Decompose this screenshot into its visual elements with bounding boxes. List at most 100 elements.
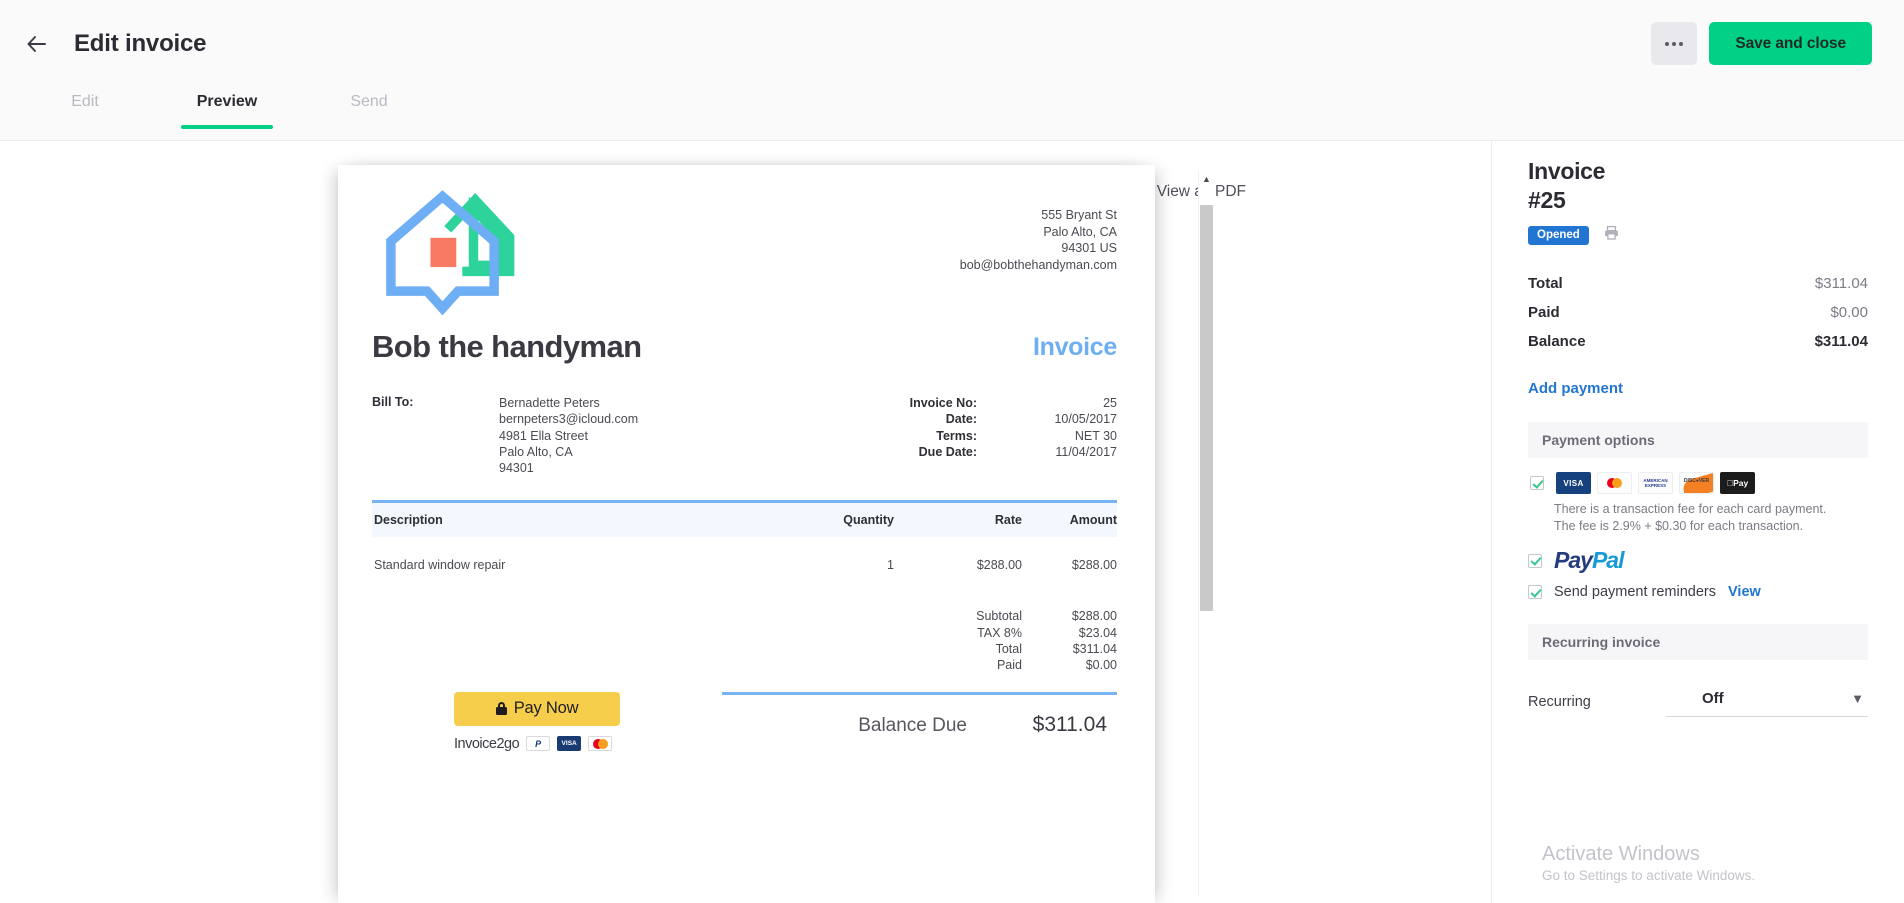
bill-to-city: Palo Alto, CA	[499, 444, 638, 460]
mastercard-icon	[1597, 472, 1632, 494]
total-label: Total	[372, 641, 1022, 657]
recurring-invoice-header: Recurring invoice	[1528, 624, 1868, 660]
tab-preview[interactable]: Preview	[167, 79, 287, 129]
lock-icon	[496, 702, 507, 715]
sidebar-title-line1: Invoice	[1528, 157, 1868, 186]
mastercard-mini-icon	[588, 736, 612, 751]
date-label: Date:	[910, 411, 977, 427]
row-description: Standard window repair	[372, 558, 764, 572]
transaction-fee-note: There is a transaction fee for each card…	[1554, 501, 1839, 535]
scroll-up-icon[interactable]: ▲	[1199, 171, 1214, 187]
app-root: Edit invoice Save and close Edit Preview…	[0, 0, 1904, 903]
paypal-mini-icon: P	[526, 736, 550, 751]
invoice2go-logo: Invoice2go	[454, 736, 519, 752]
recurring-select[interactable]: Off ▼	[1666, 686, 1868, 717]
payment-reminders-label: Send payment reminders	[1554, 584, 1716, 600]
balance-due-label: Balance Due	[722, 715, 967, 737]
column-amount: Amount	[1022, 513, 1117, 527]
activation-subtitle: Go to Settings to activate Windows.	[1542, 868, 1755, 883]
invoice-details-block: Invoice No: Date: Terms: Due Date: 25 10…	[910, 395, 1117, 476]
summary-balance-label: Balance	[1528, 333, 1586, 350]
tax-label: TAX 8%	[372, 625, 1022, 641]
due-date-label: Due Date:	[910, 444, 977, 460]
invoice-header: 555 Bryant St Palo Alto, CA 94301 US bob…	[372, 189, 1117, 321]
status-badge: Opened	[1528, 226, 1589, 245]
preview-scrollbar[interactable]: ▲	[1198, 171, 1213, 895]
column-rate: Rate	[894, 513, 1022, 527]
pay-now-label: Pay Now	[514, 699, 579, 718]
business-email: bob@bobthehandyman.com	[960, 257, 1117, 274]
line-items-header: Description Quantity Rate Amount	[372, 503, 1117, 537]
business-name: Bob the handyman	[372, 329, 641, 365]
tab-send[interactable]: Send	[309, 79, 429, 129]
document-type-label: Invoice	[1033, 333, 1117, 365]
paypal-option[interactable]: PayPal	[1528, 547, 1868, 574]
card-payments-option[interactable]: VISA AMERICANEXPRESS DISC●VER Pay	[1528, 472, 1868, 494]
total-value: $311.04	[1022, 641, 1117, 657]
print-button[interactable]	[1603, 225, 1620, 246]
recurring-select-value: Off	[1702, 690, 1724, 707]
payment-options-header: Payment options	[1528, 422, 1868, 458]
dot-icon	[1665, 42, 1669, 46]
chevron-down-icon: ▼	[1851, 691, 1864, 706]
card-payments-checkbox[interactable]	[1530, 476, 1544, 490]
bill-to-label: Bill To:	[372, 395, 499, 476]
paypal-checkbox[interactable]	[1528, 554, 1542, 568]
invoice-totals: Subtotal $288.00 TAX 8% $23.04 Total $31…	[372, 608, 1117, 673]
summary-row-total: Total $311.04	[1528, 275, 1868, 292]
paid-value: $0.00	[1022, 657, 1117, 673]
dot-icon	[1679, 42, 1683, 46]
column-description: Description	[372, 513, 764, 527]
terms-label: Terms:	[910, 428, 977, 444]
column-quantity: Quantity	[764, 513, 894, 527]
totals-row-subtotal: Subtotal $288.00	[372, 608, 1117, 624]
invoice-footer: Pay Now Invoice2go P VISA	[372, 692, 1117, 752]
payment-reminders-checkbox[interactable]	[1528, 585, 1542, 599]
paypal-logo-pal: Pal	[1592, 547, 1624, 573]
business-name-row: Bob the handyman Invoice	[372, 321, 1117, 365]
summary-row-balance: Balance $311.04	[1528, 333, 1868, 350]
business-address: 555 Bryant St Palo Alto, CA 94301 US bob…	[960, 189, 1117, 273]
subtotal-value: $288.00	[1022, 608, 1117, 624]
balance-due-row: Balance Due $311.04	[722, 695, 1117, 737]
summary-balance-value: $311.04	[1815, 333, 1868, 350]
bill-to-street: 4981 Ella Street	[499, 428, 638, 444]
payment-reminders-view-link[interactable]: View	[1728, 584, 1761, 600]
table-row: Standard window repair 1 $288.00 $288.00	[372, 537, 1117, 572]
totals-row-tax: TAX 8% $23.04	[372, 625, 1117, 641]
row-rate: $288.00	[894, 558, 1022, 572]
invoice-meta: Bill To: Bernadette Peters bernpeters3@i…	[372, 395, 1117, 476]
pay-now-block: Pay Now Invoice2go P VISA	[372, 692, 722, 752]
bill-to-zip: 94301	[499, 460, 638, 476]
scrollbar-thumb[interactable]	[1200, 205, 1213, 611]
arrow-left-icon	[25, 32, 49, 56]
tab-edit[interactable]: Edit	[25, 79, 145, 129]
balance-due-block: Balance Due $311.04	[722, 692, 1117, 737]
dot-icon	[1672, 42, 1676, 46]
windows-activation-watermark: Activate Windows Go to Settings to activ…	[1542, 841, 1755, 883]
sidebar-title: Invoice #25	[1528, 157, 1868, 215]
row-quantity: 1	[764, 558, 894, 572]
invoice-detail-labels: Invoice No: Date: Terms: Due Date:	[910, 395, 977, 476]
address-line: Palo Alto, CA	[960, 224, 1117, 241]
discover-icon: DISC●VER	[1679, 472, 1714, 494]
bill-to-values: Bernadette Peters bernpeters3@icloud.com…	[499, 395, 638, 476]
top-bar: Edit invoice Save and close	[0, 0, 1904, 87]
apple-pay-icon: Pay	[1720, 472, 1755, 494]
back-button[interactable]	[14, 21, 60, 67]
house-logo-icon	[372, 189, 544, 321]
paid-label: Paid	[372, 657, 1022, 673]
payment-reminders-option[interactable]: Send payment reminders View	[1528, 584, 1868, 600]
bill-to-name: Bernadette Peters	[499, 395, 638, 411]
date-value: 10/05/2017	[977, 411, 1117, 427]
more-options-button[interactable]	[1651, 22, 1697, 65]
save-and-close-button[interactable]: Save and close	[1709, 22, 1872, 65]
summary-paid-value: $0.00	[1830, 304, 1868, 321]
paypal-logo: PayPal	[1554, 547, 1623, 574]
recurring-label: Recurring	[1528, 694, 1591, 710]
recurring-setting-row: Recurring Off ▼	[1528, 686, 1868, 717]
paypal-logo-pay: Pay	[1554, 547, 1592, 573]
add-payment-link[interactable]: Add payment	[1528, 380, 1623, 397]
visa-icon: VISA	[1556, 472, 1591, 494]
pay-now-button[interactable]: Pay Now	[454, 692, 620, 726]
